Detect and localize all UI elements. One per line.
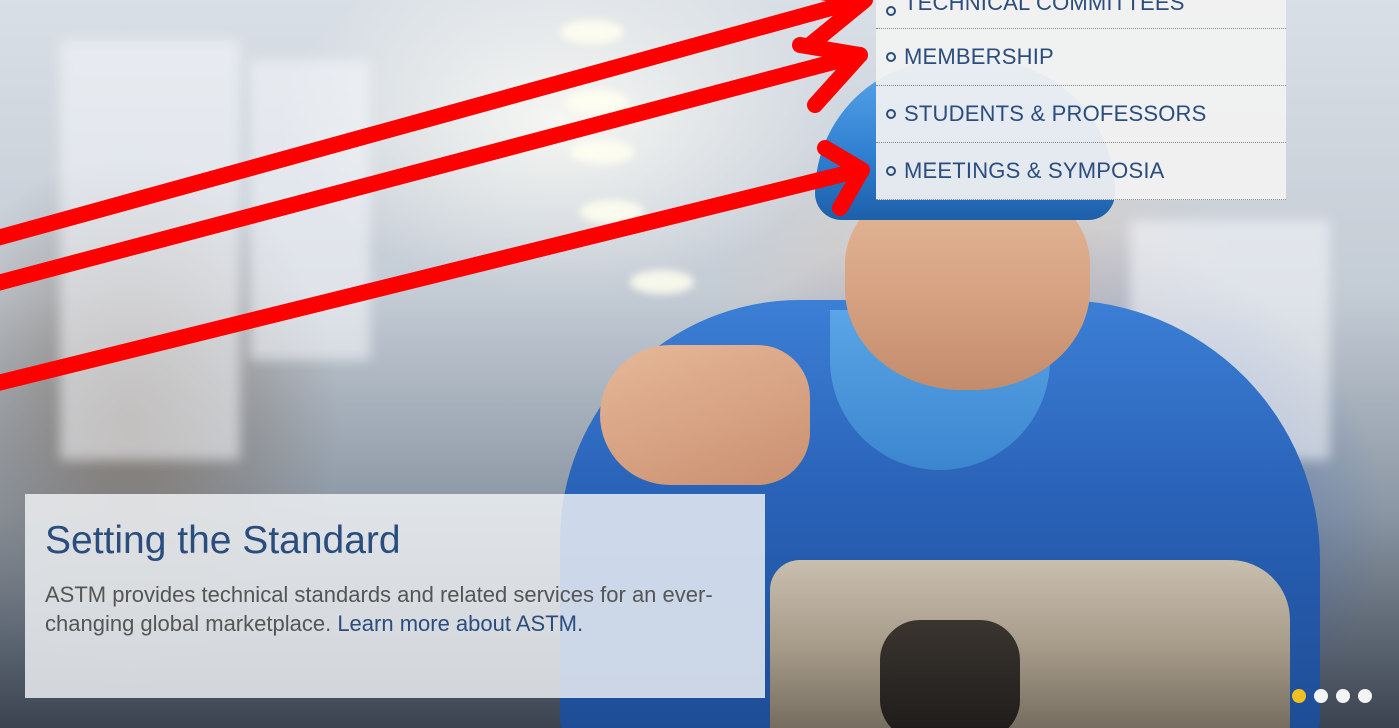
menu-item-label: STUDENTS & PROFESSORS bbox=[904, 101, 1207, 126]
worker-hand bbox=[600, 345, 810, 485]
menu-item-technical-committees[interactable]: TECHNICAL COMMITTEES bbox=[876, 0, 1286, 29]
menu-item-label: MEETINGS & SYMPOSIA bbox=[904, 158, 1165, 183]
learn-more-link[interactable]: Learn more about ASTM. bbox=[337, 611, 583, 636]
ceiling-light bbox=[630, 270, 694, 294]
circle-bullet-icon bbox=[886, 52, 896, 62]
hero-caption: Setting the Standard ASTM provides techn… bbox=[25, 494, 765, 698]
menu-item-label: TECHNICAL COMMITTEES bbox=[904, 0, 1185, 15]
circle-bullet-icon bbox=[886, 6, 896, 16]
menu-item-meetings-symposia[interactable]: MEETINGS & SYMPOSIA bbox=[876, 143, 1286, 200]
slider-dot[interactable] bbox=[1358, 689, 1372, 703]
ceiling-light bbox=[565, 90, 629, 114]
hero-title: Setting the Standard bbox=[45, 519, 401, 562]
slider-dots bbox=[1292, 689, 1372, 703]
menu-item-students-professors[interactable]: STUDENTS & PROFESSORS bbox=[876, 86, 1286, 143]
menu-item-label: MEMBERSHIP bbox=[904, 44, 1054, 69]
machine bbox=[770, 560, 1290, 728]
dropdown-menu: TECHNICAL COMMITTEES MEMBERSHIP STUDENTS… bbox=[876, 0, 1286, 200]
slider-dot[interactable] bbox=[1292, 689, 1306, 703]
ceiling-light bbox=[580, 200, 644, 224]
slider-dot[interactable] bbox=[1314, 689, 1328, 703]
ceiling-light bbox=[560, 20, 624, 44]
ceiling-light bbox=[570, 140, 634, 164]
circle-bullet-icon bbox=[886, 109, 896, 119]
machine-part bbox=[880, 620, 1020, 728]
background-window bbox=[250, 60, 370, 360]
background-window bbox=[60, 40, 240, 460]
slider-dot[interactable] bbox=[1336, 689, 1350, 703]
circle-bullet-icon bbox=[886, 166, 896, 176]
menu-item-membership[interactable]: MEMBERSHIP bbox=[876, 29, 1286, 86]
hero-description: ASTM provides technical standards and re… bbox=[45, 580, 750, 638]
